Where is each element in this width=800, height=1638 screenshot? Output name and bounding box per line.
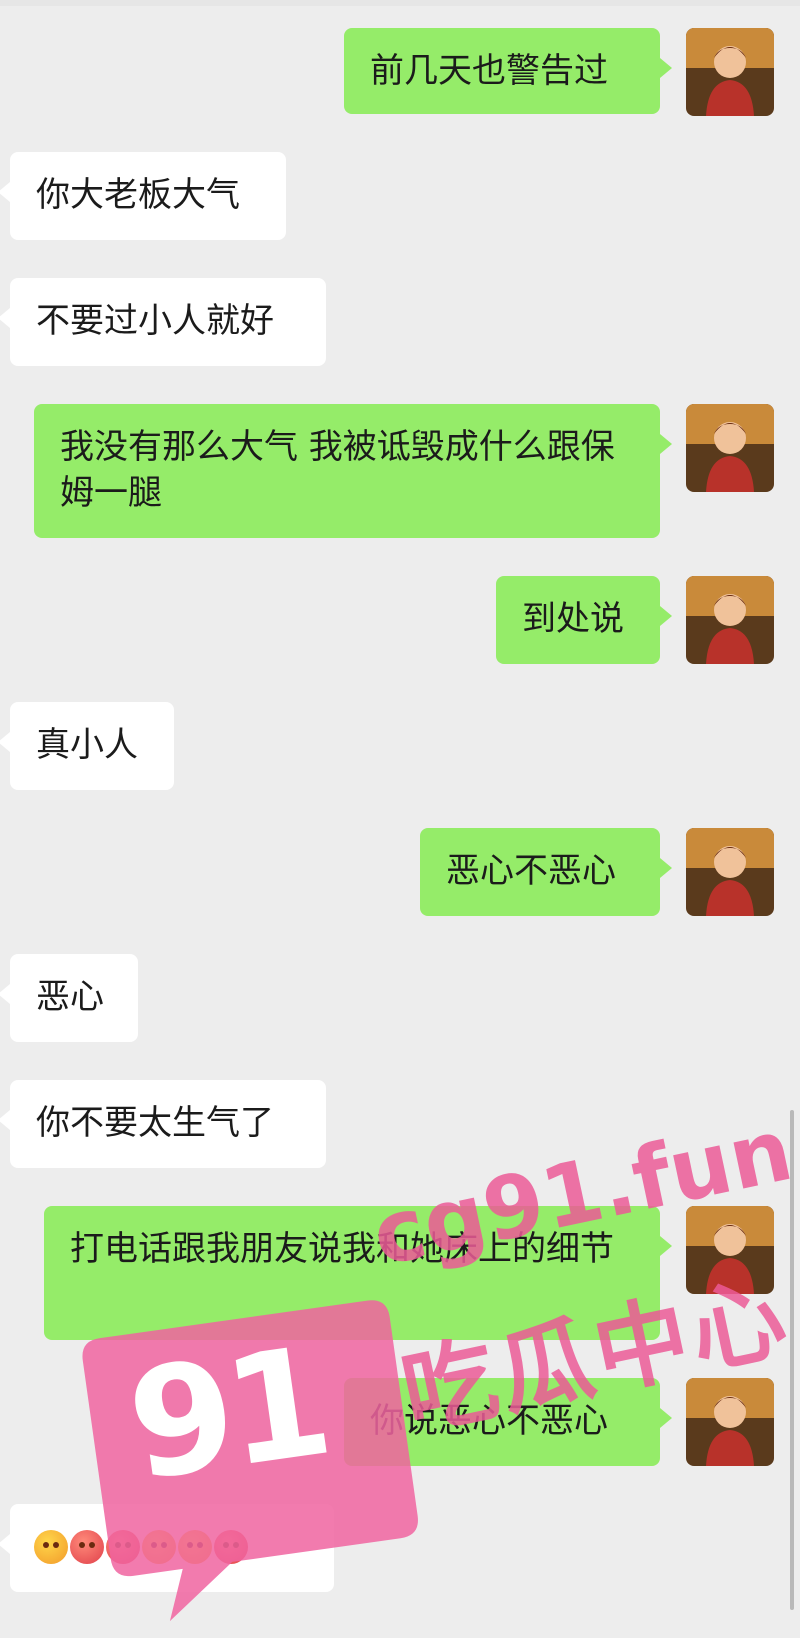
message-bubble-sent[interactable]: 恶心不恶心 [420, 828, 672, 916]
boy-portrait-icon [686, 1378, 774, 1466]
message-bubble-sent[interactable]: 前几天也警告过 [344, 28, 672, 114]
boy-portrait-icon [686, 28, 774, 116]
message-bubble-received[interactable]: 真小人 [0, 702, 174, 790]
my-avatar[interactable] [686, 404, 774, 492]
message-bubble-received[interactable]: 你大老板大气 [0, 152, 286, 240]
message-bubble-sent[interactable]: 我没有那么大气 我被诋毁成什么跟保姆一腿 [34, 404, 672, 538]
my-avatar[interactable] [686, 576, 774, 664]
message-bubble-received[interactable]: 恶心 [0, 954, 138, 1042]
my-avatar[interactable] [686, 1378, 774, 1466]
boy-portrait-icon [686, 828, 774, 916]
my-avatar[interactable] [686, 828, 774, 916]
message-bubble-received[interactable]: 你不要太生气了 [0, 1080, 326, 1168]
my-avatar[interactable] [686, 28, 774, 116]
boy-portrait-icon [686, 404, 774, 492]
pleading-face-icon [34, 1530, 68, 1564]
boy-portrait-icon [686, 576, 774, 664]
message-bubble-sent[interactable]: 到处说 [496, 576, 672, 664]
message-bubble-received[interactable]: 不要过小人就好 [0, 278, 326, 366]
watermark-number: 91 [118, 1315, 334, 1515]
